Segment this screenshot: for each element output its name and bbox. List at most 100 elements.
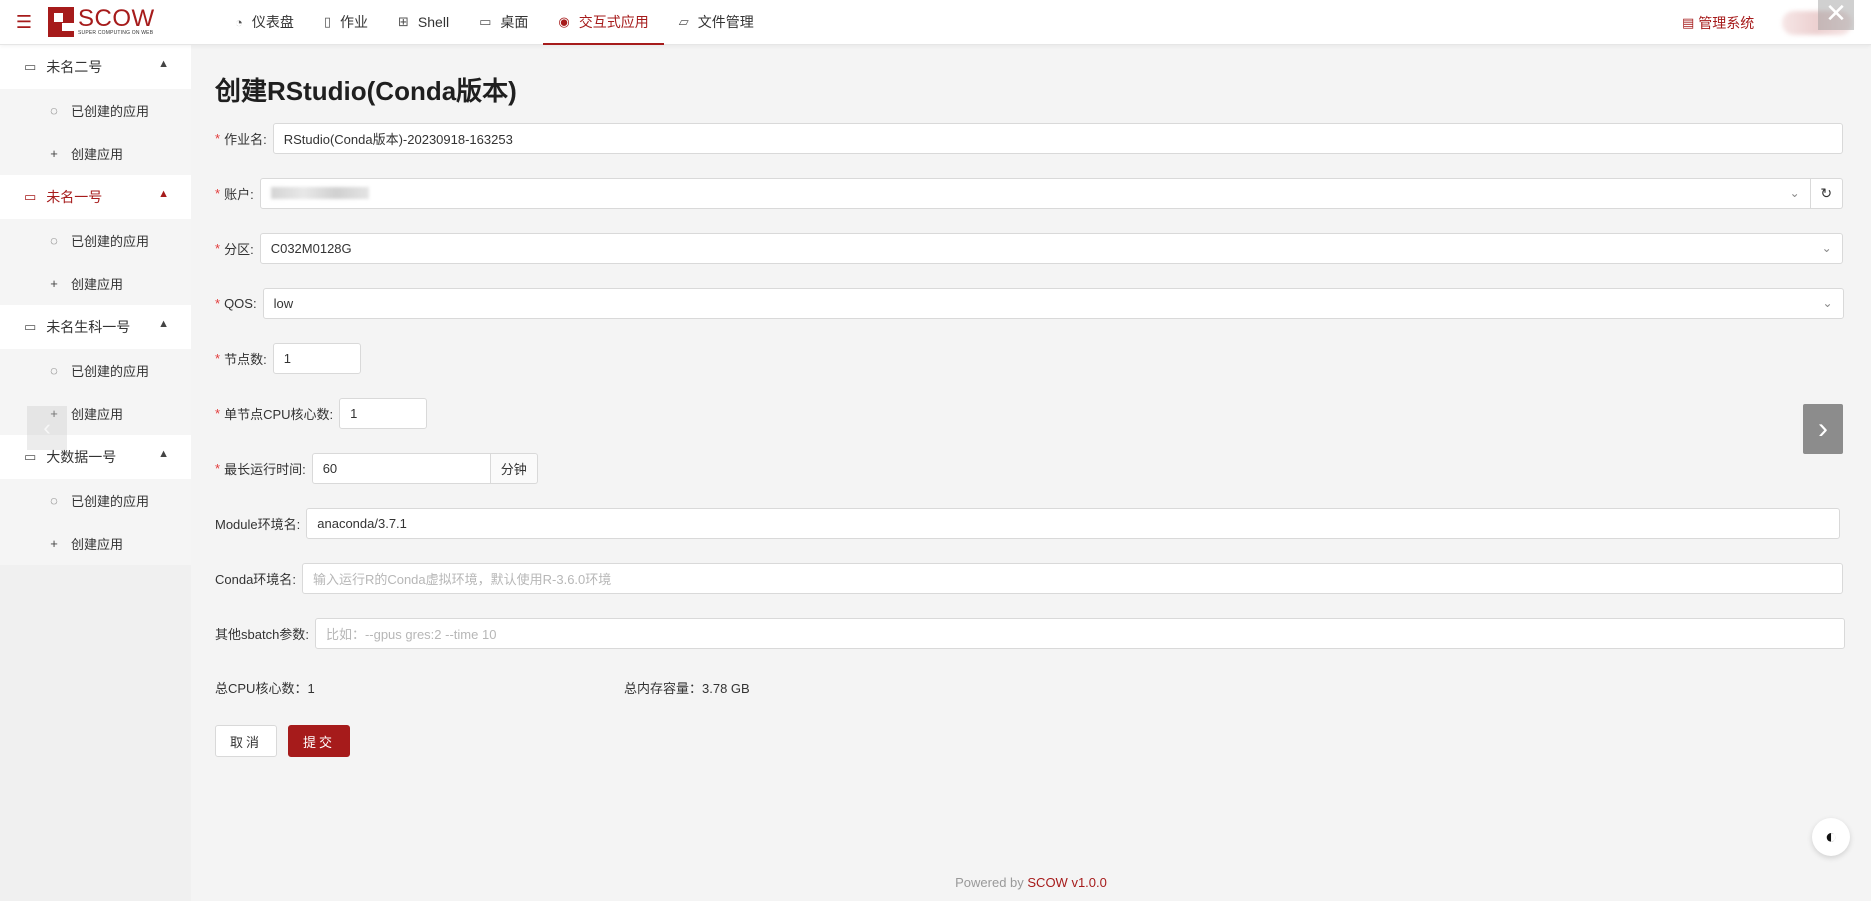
- sidebar-group: ▭ 未名二号 ▲ ◌ 已创建的应用 + 创建应用: [0, 45, 191, 175]
- module-label: Module环境名:: [215, 516, 301, 532]
- qos-select[interactable]: low ⌄: [262, 287, 1844, 319]
- footer: Powered by SCOW v1.0.0: [955, 875, 1107, 890]
- job-name-label: 作业名:: [224, 131, 267, 147]
- nav-interactive-apps[interactable]: ◉ 交互式应用: [543, 0, 665, 45]
- logo-subtitle: SUPER COMPUTING ON WEB: [78, 29, 154, 36]
- loading-icon: ◌: [50, 103, 58, 118]
- top-header: ☰ SCOW SUPER COMPUTING ON WEB ◔ 仪表盘 ▯ 作业…: [0, 0, 1871, 45]
- nav-file-manager[interactable]: ▱ 文件管理: [664, 0, 769, 45]
- main-nav: ◔ 仪表盘 ▯ 作业 ⊞ Shell ▭ 桌面 ◉ 交互式应用 ▱ 文件管理: [220, 0, 769, 45]
- chevron-down-icon: ⌄: [1789, 185, 1800, 200]
- sbatch-label: 其他sbatch参数:: [215, 626, 309, 642]
- chevron-left-icon[interactable]: ‹: [27, 406, 67, 450]
- account-select[interactable]: ⌄: [259, 177, 1811, 209]
- conda-label: Conda环境名:: [215, 571, 296, 587]
- sidebar-cluster-wm2[interactable]: ▭ 未名二号 ▲: [0, 45, 191, 89]
- partition-label: 分区:: [224, 241, 254, 257]
- job-name-input[interactable]: RStudio(Conda版本)-20230918-163253: [272, 122, 1843, 154]
- cpu-input[interactable]: 1: [339, 397, 428, 429]
- time-row: * 最长运行时间: 60 分钟: [215, 452, 538, 484]
- cpu-label: 单节点CPU核心数:: [224, 406, 334, 422]
- conda-row: Conda环境名: 输入运行R的Conda虚拟环境，默认使用R-3.6.0环境: [215, 562, 1843, 594]
- sbatch-input[interactable]: 比如：--gpus gres:2 --time 10: [314, 617, 1845, 649]
- module-input[interactable]: anaconda/3.7.1: [306, 507, 1841, 539]
- cpu-row: * 单节点CPU核心数: 1: [215, 397, 428, 429]
- plus-icon: +: [50, 146, 58, 161]
- nodes-input[interactable]: 1: [272, 342, 361, 374]
- sbatch-row: 其他sbatch参数: 比如：--gpus gres:2 --time 10: [215, 617, 1845, 649]
- desktop-icon: ▭: [479, 14, 492, 29]
- chevron-up-icon: ▲: [158, 318, 169, 330]
- folder-icon: ▱: [678, 14, 689, 29]
- theme-toggle-icon[interactable]: ◐: [1812, 818, 1850, 856]
- account-value-redacted: [270, 187, 369, 199]
- page-title: 创建RStudio(Conda版本): [215, 76, 517, 106]
- plus-icon: +: [50, 276, 58, 291]
- account-label: 账户:: [224, 186, 254, 202]
- nodes-row: * 节点数: 1: [215, 342, 361, 374]
- required-mark: *: [215, 130, 221, 146]
- close-icon[interactable]: ✕: [1818, 0, 1854, 30]
- loading-icon: ◌: [50, 493, 58, 508]
- folder-icon: ▭: [24, 449, 37, 464]
- time-label: 最长运行时间:: [224, 461, 306, 477]
- time-unit: 分钟: [490, 452, 538, 484]
- file-icon: ▯: [323, 14, 332, 29]
- dashboard-icon: ◔: [235, 14, 243, 30]
- nodes-label: 节点数:: [224, 351, 267, 367]
- folder-icon: ▭: [24, 189, 37, 204]
- partition-row: * 分区: C032M0128G ⌄: [215, 232, 1843, 264]
- terminal-icon: ⊞: [398, 14, 409, 29]
- cancel-button[interactable]: 取消: [215, 725, 277, 757]
- module-row: Module环境名: anaconda/3.7.1: [215, 507, 1841, 539]
- chevron-up-icon: ▲: [158, 448, 169, 460]
- nav-shell[interactable]: ⊞ Shell: [383, 0, 464, 45]
- main-content: 创建RStudio(Conda版本) * 作业名: RStudio(Conda版…: [191, 45, 1871, 901]
- total-cpu-stat: 总CPU核心数：1: [215, 681, 315, 696]
- chevron-up-icon: ▲: [158, 188, 169, 200]
- job-name-row: * 作业名: RStudio(Conda版本)-20230918-163253: [215, 122, 1843, 154]
- partition-select[interactable]: C032M0128G ⌄: [259, 232, 1843, 264]
- account-row: * 账户: ⌄ ↻: [215, 177, 1843, 209]
- chevron-down-icon: ⌄: [1821, 240, 1832, 255]
- plus-icon: +: [50, 536, 58, 551]
- logo[interactable]: SCOW SUPER COMPUTING ON WEB: [48, 4, 168, 37]
- logo-title: SCOW: [78, 4, 155, 32]
- total-memory-stat: 总内存容量：3.78 GB: [624, 681, 750, 696]
- menu-toggle-icon[interactable]: ☰: [0, 0, 48, 45]
- loading-icon: ◌: [50, 363, 58, 378]
- sidebar-item-create-app[interactable]: + 创建应用: [0, 522, 191, 565]
- sidebar-cluster-wm1[interactable]: ▭ 未名一号 ▲: [0, 175, 191, 219]
- sidebar-item-create-app[interactable]: + 创建应用: [0, 262, 191, 305]
- nav-dashboard[interactable]: ◔ 仪表盘: [220, 0, 309, 45]
- chevron-up-icon: ▲: [158, 58, 169, 70]
- version-link[interactable]: SCOW v1.0.0: [1027, 875, 1106, 890]
- nav-jobs[interactable]: ▯ 作业: [309, 0, 383, 45]
- required-mark: *: [215, 350, 221, 366]
- sidebar-item-created-apps[interactable]: ◌ 已创建的应用: [0, 349, 191, 392]
- required-mark: *: [215, 295, 221, 311]
- eye-icon: ◉: [558, 14, 570, 29]
- folder-icon: ▭: [24, 319, 37, 334]
- sidebar-item-create-app[interactable]: + 创建应用: [0, 132, 191, 175]
- nav-desktop[interactable]: ▭ 桌面: [464, 0, 543, 45]
- conda-input[interactable]: 输入运行R的Conda虚拟环境，默认使用R-3.6.0环境: [301, 562, 1843, 594]
- sidebar-item-created-apps[interactable]: ◌ 已创建的应用: [0, 89, 191, 132]
- loading-icon: ◌: [50, 233, 58, 248]
- sidebar-group: ▭ 大数据一号 ▲ ◌ 已创建的应用 + 创建应用: [0, 435, 191, 565]
- chevron-right-icon[interactable]: ›: [1803, 404, 1843, 454]
- submit-button[interactable]: 提交: [288, 725, 350, 757]
- chevron-down-icon: ⌄: [1822, 295, 1833, 310]
- required-mark: *: [215, 185, 221, 201]
- admin-system-link[interactable]: ▤ 管理系统: [1682, 0, 1754, 45]
- sidebar-cluster-wmsk1[interactable]: ▭ 未名生科一号 ▲: [0, 305, 191, 349]
- sidebar: ▭ 未名二号 ▲ ◌ 已创建的应用 + 创建应用 ▭ 未名一号 ▲ ◌ 已创建的…: [0, 45, 191, 901]
- required-mark: *: [215, 460, 221, 476]
- time-input[interactable]: 60: [311, 452, 491, 484]
- folder-icon: ▭: [24, 59, 37, 74]
- logo-mark: [48, 7, 74, 37]
- sidebar-item-created-apps[interactable]: ◌ 已创建的应用: [0, 219, 191, 262]
- sidebar-item-created-apps[interactable]: ◌ 已创建的应用: [0, 479, 191, 522]
- refresh-icon[interactable]: ↻: [1810, 177, 1843, 209]
- admin-icon: ▤: [1682, 14, 1695, 30]
